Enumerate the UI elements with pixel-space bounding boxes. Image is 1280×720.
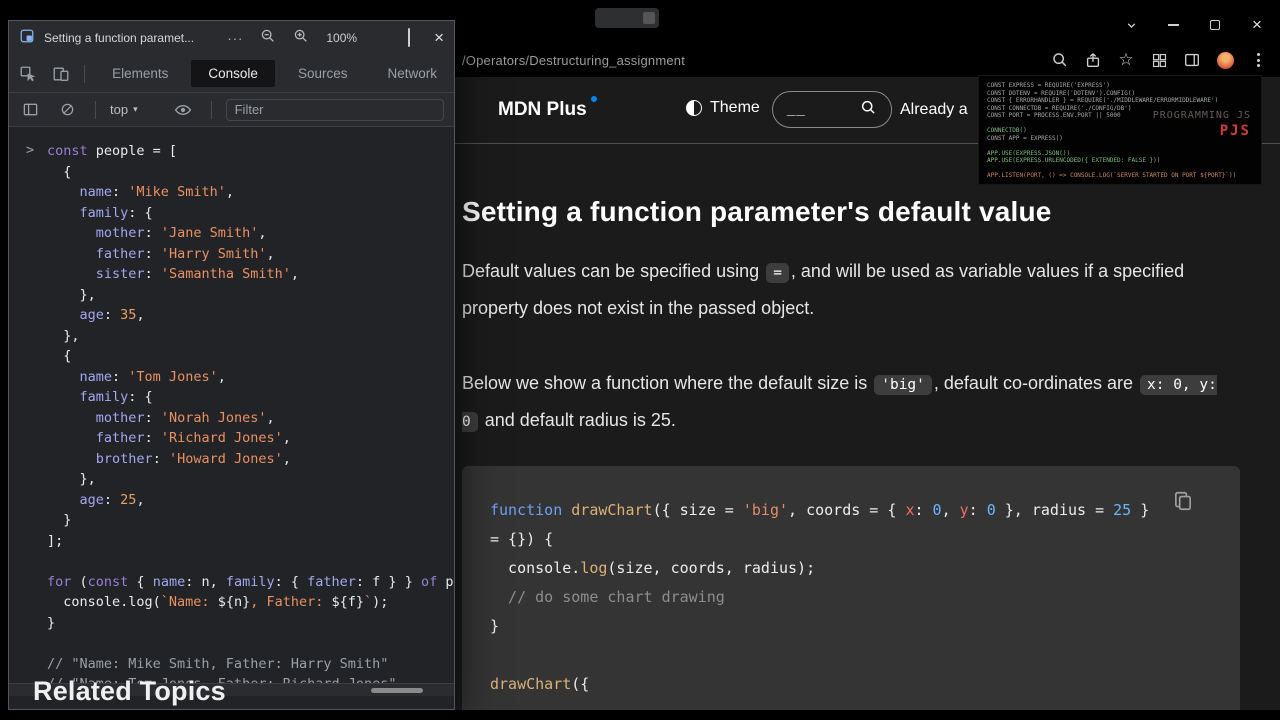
minimize-button[interactable] xyxy=(1166,18,1180,32)
menu-kebab-icon[interactable] xyxy=(1248,50,1268,70)
pip-watermark: PROGRAMMING JS PJS xyxy=(1153,110,1251,139)
browser-tab[interactable] xyxy=(595,8,659,28)
article: Setting a function parameter's default v… xyxy=(462,196,1240,710)
close-button[interactable]: × xyxy=(1250,16,1264,33)
mdn-plus-dot xyxy=(590,96,597,102)
side-panel-icon[interactable] xyxy=(1182,50,1202,70)
page-title: Setting a function parameter's default v… xyxy=(462,196,1052,227)
search-icon[interactable] xyxy=(1050,50,1070,70)
tab-sources[interactable]: Sources xyxy=(281,60,365,87)
theme-icon xyxy=(686,100,702,116)
zoom-level[interactable]: 100% xyxy=(326,31,357,45)
zoom-out-icon[interactable] xyxy=(260,28,276,49)
device-toolbar-icon[interactable] xyxy=(48,61,75,87)
inspect-element-icon[interactable] xyxy=(15,61,42,87)
bookmark-star-icon[interactable]: ☆ xyxy=(1116,50,1136,70)
mdn-plus-link[interactable]: MDN Plus xyxy=(498,96,597,121)
console-panel[interactable]: > const people = [ { name: 'Mike Smith',… xyxy=(9,127,454,696)
site-search-input[interactable]: __ xyxy=(772,91,892,128)
pip-video-overlay[interactable]: CONST EXPRESS = REQUIRE('EXPRESS') CONST … xyxy=(978,75,1262,185)
mdn-plus-label: MDN Plus xyxy=(498,99,587,120)
theme-label: Theme xyxy=(710,99,760,116)
paragraph: Below we show a function where the defau… xyxy=(462,373,1217,432)
subscriber-link[interactable]: Already a xyxy=(900,101,968,119)
tab-elements[interactable]: Elements xyxy=(95,60,185,87)
live-expression-eye-icon[interactable] xyxy=(170,97,197,123)
paragraph: Default values can be specified using =,… xyxy=(462,261,1185,318)
devtools-titlebar[interactable]: Setting a function paramet... ··· 100% × xyxy=(9,21,454,55)
copy-to-clipboard-button[interactable] xyxy=(1172,490,1196,514)
devtools-window-title: Setting a function paramet... xyxy=(44,31,195,45)
devtools-window: Setting a function paramet... ··· 100% ×… xyxy=(8,20,455,710)
devtools-tabbar: Elements Console Sources Network xyxy=(9,55,454,93)
related-topics-heading: Related Topics xyxy=(33,676,226,706)
chevron-down-icon[interactable] xyxy=(1124,18,1138,32)
scrollbar-thumb[interactable] xyxy=(371,688,423,693)
browser-window-controls: × xyxy=(1124,16,1264,33)
pip-watermark-top: PROGRAMMING JS xyxy=(1152,110,1251,121)
address-bar-url[interactable]: /Operators/Destructuring_assignment xyxy=(462,53,685,68)
console-toolbar: top ▾ xyxy=(9,93,454,127)
browser-toolbar-icons: ☆ xyxy=(1050,50,1268,70)
console-sidebar-icon[interactable] xyxy=(17,97,44,123)
share-icon[interactable] xyxy=(1083,50,1103,70)
theme-toggle-button[interactable]: Theme xyxy=(686,99,760,117)
zoom-in-icon[interactable] xyxy=(293,28,309,49)
search-placeholder: __ xyxy=(787,101,806,118)
code-example: function drawChart({ size = 'big', coord… xyxy=(490,501,1150,693)
context-selector[interactable]: top ▾ xyxy=(110,102,138,117)
console-input-code[interactable]: const people = [ { name: 'Mike Smith', f… xyxy=(47,141,454,695)
clear-console-icon[interactable] xyxy=(54,97,81,123)
pip-watermark-bottom: PJS xyxy=(1219,123,1251,139)
console-prompt-icon: > xyxy=(26,142,35,158)
context-label: top xyxy=(110,102,129,117)
code-example-block: function drawChart({ size = 'big', coord… xyxy=(462,466,1240,710)
profile-avatar[interactable] xyxy=(1215,50,1235,70)
tab-console[interactable]: Console xyxy=(191,60,275,87)
maximize-button[interactable] xyxy=(1208,18,1222,32)
console-filter-input[interactable] xyxy=(225,98,444,121)
devtools-close-button[interactable]: × xyxy=(434,29,444,46)
caret-down-icon: ▾ xyxy=(133,104,138,114)
devtools-maximize-button[interactable] xyxy=(408,28,411,47)
more-options-icon[interactable]: ··· xyxy=(227,31,243,46)
devtools-app-icon xyxy=(19,28,35,49)
tab-network[interactable]: Network xyxy=(370,60,454,87)
tab-favicon xyxy=(643,12,655,24)
search-icon[interactable] xyxy=(860,99,877,121)
extensions-icon[interactable] xyxy=(1149,50,1169,70)
